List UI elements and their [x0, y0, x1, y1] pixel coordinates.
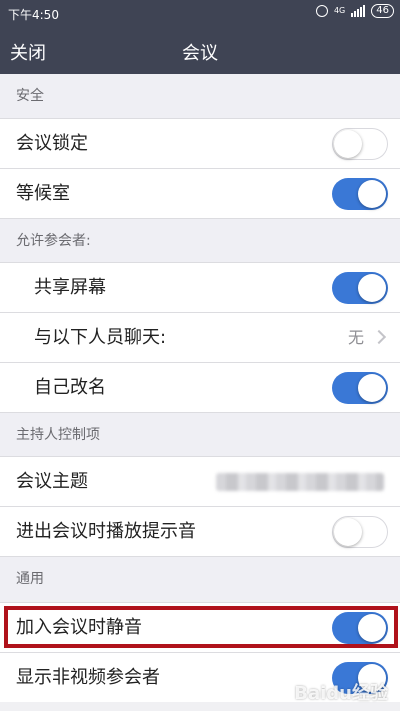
- row-label: 会议锁定: [16, 133, 88, 154]
- chevron-right-icon: [371, 329, 387, 345]
- toggle-knob: [334, 130, 362, 158]
- page-title: 会议: [182, 43, 218, 64]
- row-meeting-topic[interactable]: 会议主题: [0, 456, 400, 506]
- alarm-icon: [315, 5, 328, 17]
- toggle-knob: [334, 518, 362, 546]
- row-label: 加入会议时静音: [16, 617, 142, 638]
- row-share-screen: 共享屏幕: [0, 262, 400, 312]
- network-type: 4G: [333, 6, 346, 15]
- toggle-knob: [358, 614, 386, 642]
- row-label: 与以下人员聊天:: [34, 327, 167, 348]
- battery-icon: 46: [371, 4, 394, 18]
- row-chat-with[interactable]: 与以下人员聊天: 无: [0, 312, 400, 362]
- rename-self-toggle[interactable]: [332, 372, 388, 404]
- toggle-knob: [358, 274, 386, 302]
- mute-on-entry-toggle[interactable]: [332, 612, 388, 644]
- toggle-knob: [358, 374, 386, 402]
- status-bar: 下午4:50 4G 46: [0, 0, 400, 28]
- section-header-allow-participants: 允许参会者:: [0, 218, 400, 262]
- row-label: 自己改名: [34, 377, 106, 398]
- row-label: 等候室: [16, 183, 70, 204]
- row-meeting-lock: 会议锁定: [0, 118, 400, 168]
- blurred-topic-value: [216, 473, 384, 491]
- status-time: 下午4:50: [8, 8, 59, 22]
- row-mute-on-entry: 加入会议时静音: [0, 602, 400, 652]
- share-screen-toggle[interactable]: [332, 272, 388, 304]
- section-header-host-controls: 主持人控制项: [0, 412, 400, 456]
- row-waiting-room: 等候室: [0, 168, 400, 218]
- row-label: 会议主题: [16, 471, 88, 492]
- entry-chime-toggle[interactable]: [332, 516, 388, 548]
- section-header-security: 安全: [0, 74, 400, 118]
- chat-with-value: 无: [347, 328, 364, 347]
- nav-bar: 关闭 会议: [0, 28, 400, 74]
- toggle-knob: [358, 180, 386, 208]
- row-label: 进出会议时播放提示音: [16, 521, 196, 542]
- watermark-logo: Baidu经验: [294, 683, 388, 704]
- signal-icon: [351, 5, 366, 17]
- row-label: 共享屏幕: [34, 277, 106, 298]
- waiting-room-toggle[interactable]: [332, 178, 388, 210]
- row-label: 显示非视频参会者: [16, 667, 160, 688]
- row-rename-self: 自己改名: [0, 362, 400, 412]
- section-header-general: 通用: [0, 556, 400, 600]
- row-entry-chime: 进出会议时播放提示音: [0, 506, 400, 556]
- meeting-lock-toggle[interactable]: [332, 128, 388, 160]
- status-icons: 4G 46: [315, 4, 394, 18]
